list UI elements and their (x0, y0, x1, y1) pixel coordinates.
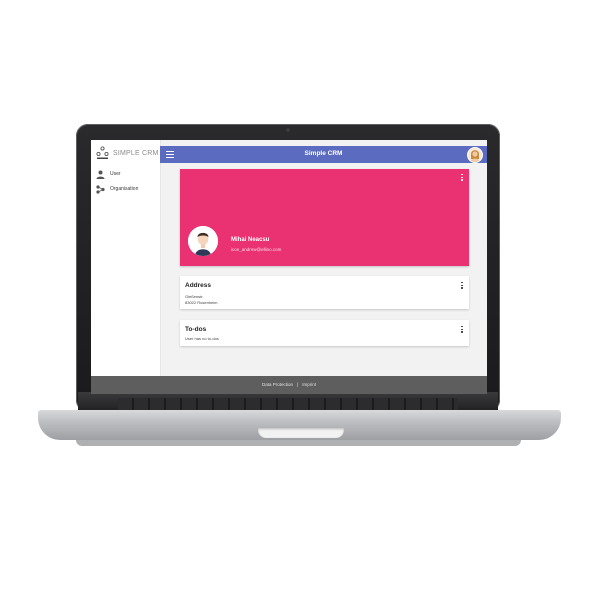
logo[interactable]: SIMPLE CRM (96, 146, 158, 162)
footer: Data Protection | Imprint (91, 376, 487, 394)
sidebar-item-label: User (110, 171, 121, 177)
user-avatar[interactable] (467, 147, 483, 163)
laptop-shadow (76, 440, 521, 446)
more-vert-icon[interactable] (460, 326, 464, 334)
app-header: Simple CRM (160, 146, 487, 163)
address-title: Address (185, 282, 212, 289)
laptop-trackpad-notch (258, 428, 344, 438)
footer-links: Data Protection | Imprint (91, 382, 487, 387)
todos-card: To-dos User has no to-dos (180, 320, 469, 346)
profile-card: Mihai Neacsu icon_andrew@ellino.com (180, 169, 469, 266)
sidebar: SIMPLE CRM User Organisation (91, 140, 161, 376)
camera-dot (286, 128, 290, 132)
app-screen: SIMPLE CRM User Organisation Simple CRM (91, 140, 487, 394)
address-street: Gießenstr. (185, 294, 204, 299)
logo-text: SIMPLE CRM (113, 150, 159, 157)
sidebar-item-label: Organisation (110, 186, 139, 192)
more-vert-icon[interactable] (460, 282, 464, 290)
footer-separator: | (297, 382, 299, 387)
data-protection-link[interactable]: Data Protection (262, 382, 293, 387)
organisation-icon (96, 185, 105, 194)
address-city: 83022 Rosenheim (185, 300, 218, 305)
sidebar-item-organisation[interactable]: Organisation (96, 185, 158, 195)
logo-icon (96, 146, 109, 159)
imprint-link[interactable]: Imprint (302, 382, 316, 387)
profile-email: icon_andrew@ellino.com (231, 247, 282, 252)
person-icon (96, 170, 105, 179)
todos-empty-text: User has no to-dos (185, 336, 219, 341)
person-avatar-icon (188, 226, 218, 256)
profile-name: Mihai Neacsu (231, 237, 270, 243)
more-vert-icon[interactable] (460, 174, 464, 182)
profile-avatar (188, 226, 218, 256)
main-content: Mihai Neacsu icon_andrew@ellino.com Addr… (160, 163, 487, 376)
todos-title: To-dos (185, 326, 207, 333)
sidebar-item-user[interactable]: User (96, 170, 158, 180)
avatar-icon (468, 148, 482, 162)
address-card: Address Gießenstr. 83022 Rosenheim (180, 276, 469, 309)
app-title: Simple CRM (304, 150, 343, 157)
